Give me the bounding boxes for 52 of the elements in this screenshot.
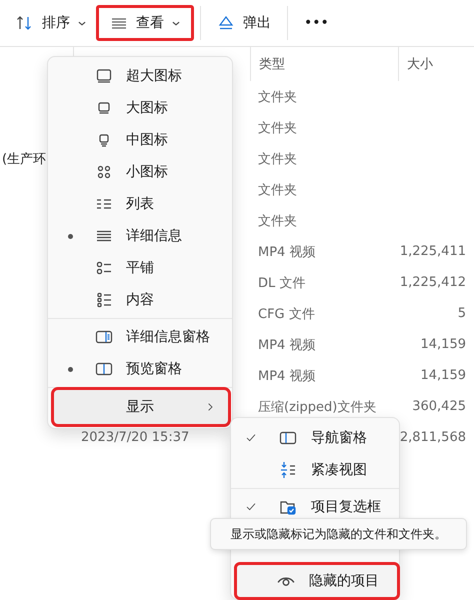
- menu-item[interactable]: 紧凑视图: [231, 454, 399, 486]
- eject-icon: [217, 14, 235, 32]
- type-cell-text: 文件夹: [257, 212, 298, 230]
- eye-icon: [277, 576, 295, 586]
- grid-icon: [95, 163, 113, 181]
- type-cell-text: MP4 视频: [257, 336, 316, 354]
- size-cell-text: 5: [456, 305, 467, 323]
- pane-icon: [95, 360, 113, 378]
- type-cell-text: MP4 视频: [257, 244, 316, 262]
- menu-item[interactable]: 详细信息窗格: [48, 321, 232, 353]
- menu-item[interactable]: 详细信息: [48, 220, 232, 252]
- size-cell-text: 1,225,411: [398, 243, 467, 261]
- menu-item[interactable]: 隐藏的项目: [237, 565, 397, 597]
- menu-item[interactable]: 超大图标: [48, 60, 232, 92]
- menu-item[interactable]: 内容: [48, 284, 232, 316]
- menu-item[interactable]: 中图标: [48, 124, 232, 156]
- toolbar-button[interactable]: 查看: [96, 5, 194, 41]
- column-header[interactable]: 类型: [250, 47, 398, 81]
- content-icon: [95, 291, 113, 309]
- monitor-icon: [95, 67, 113, 85]
- menu-item[interactable]: 预览窗格: [48, 353, 232, 385]
- compact-icon: [279, 461, 297, 479]
- pane-icon: [95, 328, 113, 346]
- size-cell-text: 14,159: [420, 367, 467, 385]
- size-cell-text: 2,811,568: [398, 429, 467, 447]
- type-cell-text: 文件夹: [257, 182, 298, 200]
- type-cell-text: MP4 视频: [257, 368, 316, 386]
- pane-icon: [279, 429, 297, 447]
- file-name: (生产环: [1, 150, 48, 168]
- sort-icon: [16, 14, 34, 32]
- size-cell-text: 14,159: [420, 336, 467, 354]
- type-cell-text: 文件夹: [257, 120, 298, 138]
- menu-item[interactable]: 平铺: [48, 252, 232, 284]
- tooltip: 显示或隐藏标记为隐藏的文件和文件夹。: [210, 518, 467, 550]
- tiles-icon: [95, 259, 113, 277]
- menu-item[interactable]: 导航窗格: [231, 422, 399, 454]
- type-cell-text: CFG 文件: [257, 306, 316, 324]
- more-button[interactable]: •••: [294, 5, 339, 41]
- date-cell-text: 2023/7/20 15:37: [80, 429, 190, 447]
- type-cell-text: 压缩(zipped)文件夹: [257, 398, 378, 416]
- toolbar-button[interactable]: 排序: [6, 5, 96, 41]
- menu-item[interactable]: 小图标: [48, 156, 232, 188]
- size-cell-text: 360,425: [411, 398, 467, 416]
- column-header[interactable]: 大小: [398, 47, 474, 81]
- size-cell-text: 1,225,412: [398, 274, 467, 292]
- menu-item[interactable]: 列表: [48, 188, 232, 220]
- toolbar-button[interactable]: 弹出: [207, 5, 281, 41]
- menu-item[interactable]: 大图标: [48, 92, 232, 124]
- type-cell-text: 文件夹: [257, 88, 298, 106]
- type-cell-text: 文件夹: [257, 150, 298, 168]
- show-menu-item[interactable]: 显示: [54, 390, 228, 424]
- type-cell-text: DL 文件: [257, 274, 306, 292]
